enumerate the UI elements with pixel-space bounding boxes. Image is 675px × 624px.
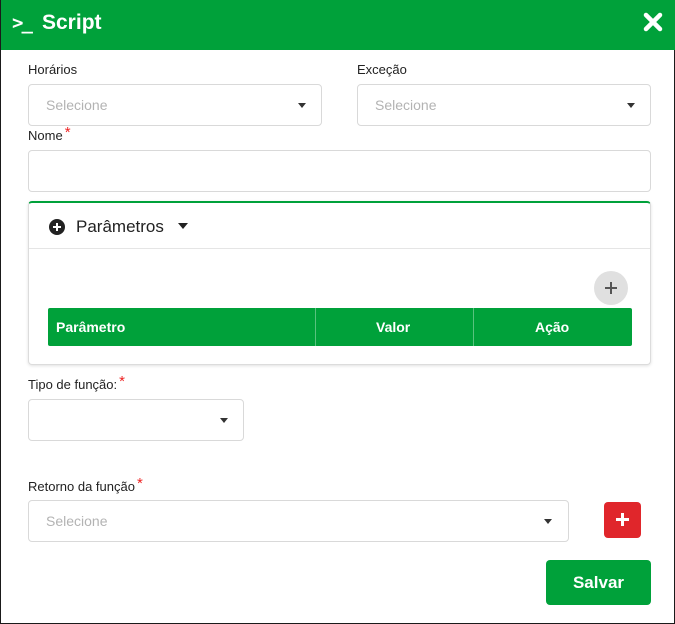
script-modal: >_ Script Horários Selecione Exceção Sel…	[0, 0, 675, 624]
excecao-label: Exceção	[357, 62, 407, 77]
required-mark: *	[64, 124, 71, 141]
horarios-placeholder: Selecione	[46, 97, 108, 113]
column-divider	[315, 308, 316, 346]
add-parameter-button[interactable]	[594, 271, 628, 305]
retorno-funcao-select[interactable]: Selecione	[28, 500, 569, 542]
column-header-acao[interactable]: Ação	[535, 308, 569, 346]
plus-circle-icon	[49, 219, 65, 235]
caret-down-icon	[178, 223, 188, 229]
nome-input[interactable]	[28, 150, 651, 192]
tipo-funcao-label-text: Tipo de função:	[28, 377, 118, 392]
nome-label: Nome *	[28, 124, 71, 144]
close-icon[interactable]	[642, 11, 664, 33]
parametros-panel: Parâmetros Parâmetro Valor Ação	[28, 201, 651, 365]
modal-title: Script	[42, 11, 102, 34]
parametros-title: Parâmetros	[76, 217, 164, 236]
excecao-placeholder: Selecione	[375, 97, 437, 113]
excecao-select[interactable]: Selecione	[357, 84, 651, 126]
required-mark: *	[119, 373, 125, 390]
chevron-down-icon	[220, 418, 228, 423]
parameters-table-header: Parâmetro Valor Ação	[48, 308, 632, 346]
column-divider	[473, 308, 474, 346]
retorno-funcao-label: Retorno da função *	[28, 475, 143, 495]
chevron-down-icon	[298, 103, 306, 108]
modal-header: >_ Script	[1, 0, 675, 50]
save-button[interactable]: Salvar	[546, 560, 651, 605]
retorno-funcao-label-text: Retorno da função	[28, 479, 135, 494]
column-header-parametro[interactable]: Parâmetro	[56, 308, 125, 346]
nome-label-text: Nome	[28, 128, 63, 143]
tipo-funcao-label: Tipo de função: *	[28, 373, 125, 393]
parametros-panel-header[interactable]: Parâmetros	[29, 203, 650, 249]
chevron-down-icon	[544, 519, 552, 524]
horarios-select[interactable]: Selecione	[28, 84, 322, 126]
column-header-valor[interactable]: Valor	[376, 308, 410, 346]
retorno-funcao-placeholder: Selecione	[46, 513, 108, 529]
add-return-button[interactable]	[604, 502, 641, 538]
terminal-icon: >_	[12, 12, 33, 34]
required-mark: *	[136, 475, 143, 492]
tipo-funcao-select[interactable]	[28, 399, 244, 441]
chevron-down-icon	[627, 103, 635, 108]
horarios-label: Horários	[28, 62, 78, 77]
